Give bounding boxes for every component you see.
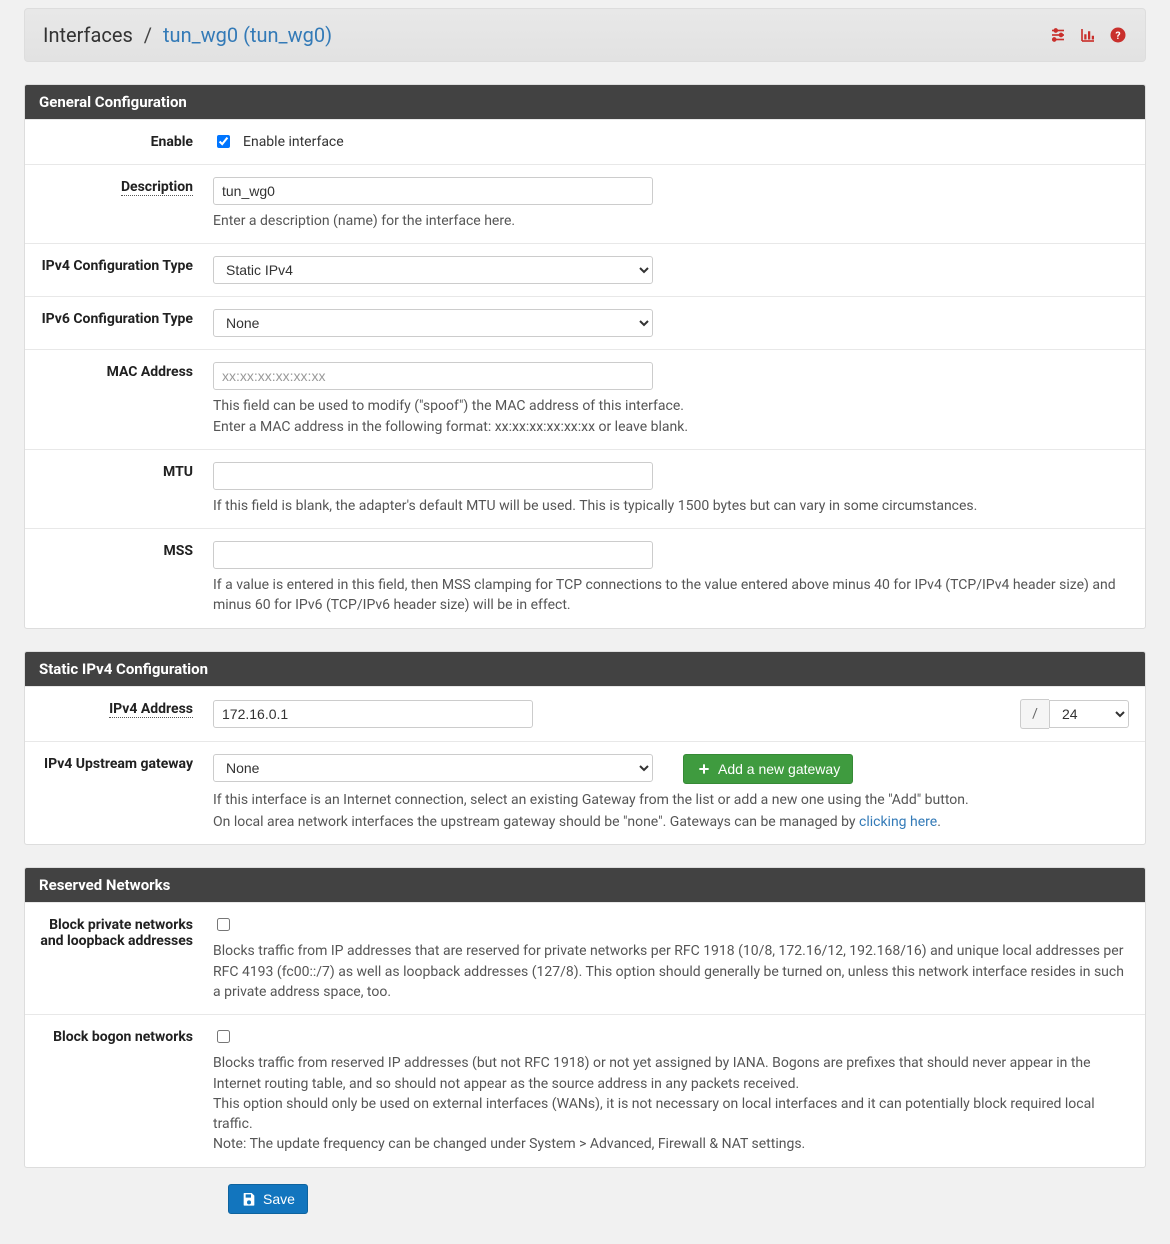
svg-text:?: ? bbox=[1115, 29, 1120, 42]
mss-help: If a value is entered in this field, the… bbox=[213, 575, 1129, 616]
label-block-private: Block private networks and loopback addr… bbox=[25, 903, 213, 1014]
enable-checkbox-label[interactable]: Enable interface bbox=[243, 134, 344, 150]
label-ipv4type: IPv4 Configuration Type bbox=[25, 244, 213, 296]
cidr-select[interactable]: 24 bbox=[1049, 700, 1129, 728]
ipv4type-select[interactable]: Static IPv4 bbox=[213, 256, 653, 284]
label-description: Description bbox=[25, 165, 213, 243]
label-gateway: IPv4 Upstream gateway bbox=[25, 742, 213, 845]
mss-input[interactable] bbox=[213, 541, 653, 569]
label-mss: MSS bbox=[25, 529, 213, 628]
block-private-help: Blocks traffic from IP addresses that ar… bbox=[213, 941, 1129, 1002]
panel-reserved-title: Reserved Networks bbox=[25, 868, 1145, 902]
description-input[interactable] bbox=[213, 177, 653, 205]
ipv6type-select[interactable]: None bbox=[213, 309, 653, 337]
save-button-label: Save bbox=[263, 1191, 295, 1207]
gateway-select[interactable]: None bbox=[213, 754, 653, 782]
mac-input[interactable] bbox=[213, 362, 653, 390]
panel-static-ipv4-title: Static IPv4 Configuration bbox=[25, 652, 1145, 686]
breadcrumb: Interfaces / tun_wg0 (tun_wg0) bbox=[43, 23, 332, 47]
label-ipv4addr: IPv4 Address bbox=[25, 687, 213, 741]
ipv4-address-input[interactable] bbox=[213, 700, 533, 728]
plus-icon bbox=[696, 761, 712, 777]
label-ipv6type: IPv6 Configuration Type bbox=[25, 297, 213, 349]
gateway-help: If this interface is an Internet connect… bbox=[213, 790, 1129, 810]
mac-help: This field can be used to modify ("spoof… bbox=[213, 396, 1129, 437]
breadcrumb-current[interactable]: tun_wg0 (tun_wg0) bbox=[163, 23, 332, 47]
label-enable: Enable bbox=[25, 120, 213, 164]
panel-reserved: Reserved Networks Block private networks… bbox=[24, 867, 1146, 1167]
page-header: Interfaces / tun_wg0 (tun_wg0) bbox=[24, 8, 1146, 62]
mtu-input[interactable] bbox=[213, 462, 653, 490]
block-bogon-checkbox[interactable] bbox=[217, 1030, 230, 1043]
label-mtu: MTU bbox=[25, 450, 213, 528]
label-block-bogon: Block bogon networks bbox=[25, 1015, 213, 1166]
panel-general: General Configuration Enable Enable inte… bbox=[24, 84, 1146, 629]
save-icon bbox=[241, 1191, 257, 1207]
add-gateway-label: Add a new gateway bbox=[718, 761, 840, 777]
header-actions: ? bbox=[1049, 26, 1127, 44]
mtu-help: If this field is blank, the adapter's de… bbox=[213, 496, 1129, 516]
cidr-slash: / bbox=[1020, 699, 1049, 729]
panel-general-title: General Configuration bbox=[25, 85, 1145, 119]
enable-checkbox[interactable] bbox=[217, 135, 230, 148]
label-mac: MAC Address bbox=[25, 350, 213, 449]
description-help: Enter a description (name) for the inter… bbox=[213, 211, 1129, 231]
help-icon[interactable]: ? bbox=[1109, 26, 1127, 44]
panel-static-ipv4: Static IPv4 Configuration IPv4 Address /… bbox=[24, 651, 1146, 846]
add-gateway-button[interactable]: Add a new gateway bbox=[683, 754, 853, 784]
save-button[interactable]: Save bbox=[228, 1184, 308, 1214]
block-private-checkbox[interactable] bbox=[217, 918, 230, 931]
sliders-icon[interactable] bbox=[1049, 26, 1067, 44]
chart-icon[interactable] bbox=[1079, 26, 1097, 44]
gateway-manage-link[interactable]: clicking here bbox=[859, 814, 937, 830]
block-bogon-help: Blocks traffic from reserved IP addresse… bbox=[213, 1053, 1129, 1154]
breadcrumb-root[interactable]: Interfaces bbox=[43, 23, 133, 47]
breadcrumb-sep: / bbox=[144, 23, 152, 47]
